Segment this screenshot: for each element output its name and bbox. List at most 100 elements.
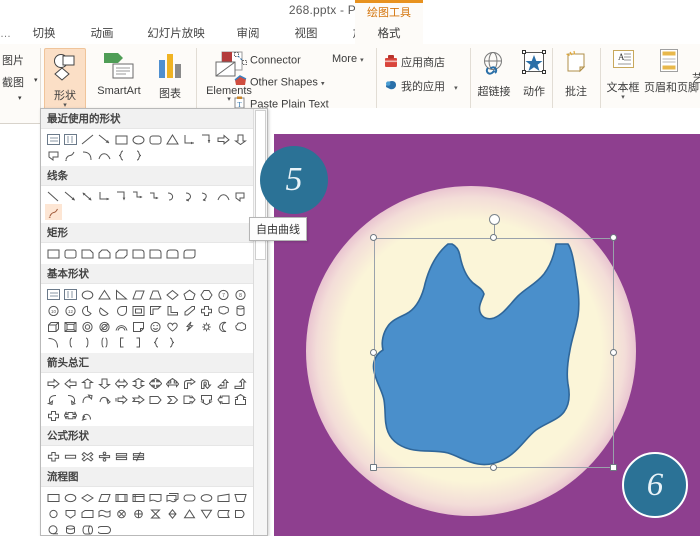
shape-right-arrow[interactable] — [215, 131, 232, 147]
shape-flow-delay[interactable] — [232, 505, 249, 521]
shape-trapezoid[interactable] — [147, 286, 164, 302]
shapes-button[interactable]: 形状 ▾ — [44, 48, 86, 114]
shape-math-not-equal[interactable] — [130, 448, 147, 464]
action-button[interactable]: 动作 — [516, 50, 552, 99]
shape-oval[interactable] — [130, 131, 147, 147]
shape-half-frame[interactable] — [147, 302, 164, 318]
shape-right-triangle[interactable] — [113, 286, 130, 302]
shape-connector-elbow[interactable] — [96, 188, 113, 204]
shape-right-arrow-callout[interactable] — [181, 391, 198, 407]
shape-curved-connector[interactable] — [164, 188, 181, 204]
shape-curved-connector-2[interactable] — [181, 188, 198, 204]
shape-can[interactable] — [232, 302, 249, 318]
shape-round-diagonal-corner-rect[interactable] — [181, 245, 198, 261]
shapes-gallery-dropdown[interactable]: 最近使用的形状 线条 矩形 基本形状 7 8 10 12 箭头总汇 公式形状 流… — [40, 108, 268, 536]
shape-flow-data[interactable] — [96, 489, 113, 505]
shape-quad-arrow-callout[interactable] — [62, 407, 79, 423]
shape-flow-summing-junction[interactable] — [113, 505, 130, 521]
shape-line-single-arrow[interactable] — [62, 188, 79, 204]
shape-l-shape[interactable] — [164, 302, 181, 318]
shape-flow-magnetic-disk[interactable] — [62, 521, 79, 535]
shape-arrow-down[interactable] — [96, 375, 113, 391]
shape-cloud-callout[interactable] — [215, 302, 232, 318]
shape-pentagon-arrow[interactable] — [147, 391, 164, 407]
shape-math-multiply[interactable] — [79, 448, 96, 464]
shape-flow-manual-input[interactable] — [215, 489, 232, 505]
handle-middle-right[interactable] — [610, 349, 617, 356]
shape-elbow-connector-2[interactable] — [198, 131, 215, 147]
shape-diagonal-stripe[interactable] — [181, 302, 198, 318]
shape-frame[interactable] — [130, 302, 147, 318]
shape-basic-textbox[interactable] — [45, 286, 62, 302]
shape-flow-card[interactable] — [79, 505, 96, 521]
shape-teardrop[interactable] — [113, 302, 130, 318]
shape-pentagon[interactable] — [181, 286, 198, 302]
textbox-caret-icon[interactable]: ▾ — [602, 94, 644, 101]
smartart-button[interactable]: SmartArt — [90, 50, 148, 97]
shape-dodecagon[interactable]: 12 — [62, 302, 79, 318]
shape-connector-elbow-4[interactable] — [147, 188, 164, 204]
shape-arc[interactable] — [96, 147, 113, 163]
shape-bevel[interactable] — [62, 318, 79, 334]
shape-round-same-side-corner-rect[interactable] — [164, 245, 181, 261]
shape-flow-punched-tape[interactable] — [96, 505, 113, 521]
shape-curve[interactable] — [79, 147, 96, 163]
shape-u-turn-arrow[interactable] — [198, 375, 215, 391]
shape-arrow-left[interactable] — [62, 375, 79, 391]
shape-smiley-face[interactable] — [147, 318, 164, 334]
shape-bent-arrow[interactable] — [181, 375, 198, 391]
shape-decagon[interactable]: 10 — [45, 302, 62, 318]
gallery-section-rectangles[interactable] — [41, 243, 267, 264]
handle-middle-left[interactable] — [370, 349, 377, 356]
gallery-section-recent[interactable] — [41, 129, 267, 166]
shape-scribble[interactable] — [62, 147, 79, 163]
shape-snip-diagonal-corner-rect[interactable] — [113, 245, 130, 261]
shape-rounded-rectangle[interactable] — [147, 131, 164, 147]
shape-arrow-quad[interactable] — [147, 375, 164, 391]
shape-no-symbol[interactable] — [96, 318, 113, 334]
shape-left-up-arrow[interactable] — [215, 375, 232, 391]
shape-arc-basic[interactable] — [45, 334, 62, 350]
shape-arrow-up-down[interactable] — [130, 375, 147, 391]
shape-chevron[interactable] — [164, 391, 181, 407]
shape-freeform-scribble[interactable] — [45, 204, 62, 220]
shape-bent-up-arrow[interactable] — [232, 375, 249, 391]
shape-right-brace-basic[interactable] — [164, 334, 181, 350]
shape-arrow-left-right[interactable] — [113, 375, 130, 391]
app-store-button[interactable]: 应用商店 — [384, 54, 445, 72]
shape-striped-right-arrow[interactable] — [113, 391, 130, 407]
tab-slideshow[interactable]: 幻灯片放映 — [138, 25, 214, 44]
shape-moon[interactable] — [215, 318, 232, 334]
shape-down-arrow[interactable] — [232, 131, 249, 147]
rotation-handle[interactable] — [489, 214, 500, 225]
shape-flow-stored-data[interactable] — [215, 505, 232, 521]
shape-hexagon[interactable] — [198, 286, 215, 302]
shape-heart[interactable] — [164, 318, 181, 334]
shape-parallelogram[interactable] — [130, 286, 147, 302]
shape-arc-line[interactable] — [215, 188, 232, 204]
shape-isosceles-triangle[interactable] — [96, 286, 113, 302]
handle-bottom-left[interactable] — [370, 464, 377, 471]
shape-pie[interactable] — [79, 302, 96, 318]
shape-flow-document[interactable] — [147, 489, 164, 505]
shape-snip-single-corner-rect[interactable] — [79, 245, 96, 261]
shape-elbow-connector[interactable] — [181, 131, 198, 147]
gallery-section-flowchart[interactable] — [41, 487, 267, 535]
shape-ellipse[interactable] — [79, 286, 96, 302]
shape-left-bracket[interactable] — [62, 334, 79, 350]
shape-math-plus[interactable] — [45, 448, 62, 464]
tab-format[interactable]: 格式 — [355, 24, 423, 44]
handle-bottom-center[interactable] — [490, 464, 497, 471]
shape-rectangle[interactable] — [113, 131, 130, 147]
shape-arrow-left-right-up[interactable] — [164, 375, 181, 391]
shape-pentagon-flag[interactable] — [45, 147, 62, 163]
tab-transitions[interactable]: 切换 — [22, 25, 66, 44]
shape-flow-predefined-process[interactable] — [113, 489, 130, 505]
wordart-button-clipped[interactable]: 艺 — [692, 72, 700, 86]
shape-line[interactable] — [79, 131, 96, 147]
shape-curved-down-arrow[interactable] — [96, 391, 113, 407]
shape-basic-vertical-textbox[interactable] — [62, 286, 79, 302]
gallery-section-basic[interactable]: 7 8 10 12 — [41, 284, 267, 353]
shape-line-double-arrow[interactable] — [79, 188, 96, 204]
shape-arrow-up[interactable] — [79, 375, 96, 391]
